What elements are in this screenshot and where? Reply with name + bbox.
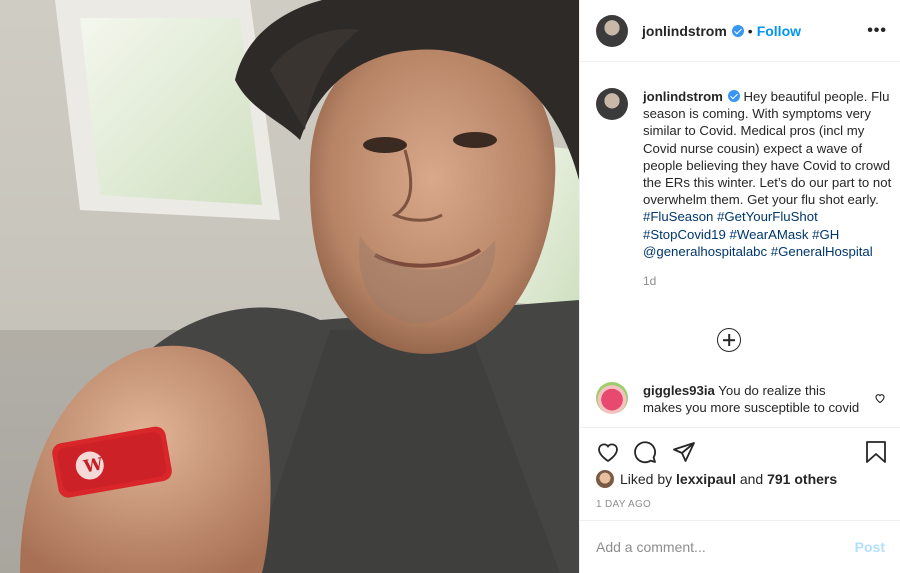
author-username[interactable]: jonlindstrom — [642, 23, 727, 39]
add-comment-bar: Post — [580, 520, 900, 573]
hashtag-wearamask[interactable]: #WearAMask — [730, 227, 809, 242]
commenter-username[interactable]: giggles93ia — [643, 383, 715, 398]
commenter-avatar[interactable] — [596, 382, 628, 414]
bookmark-icon[interactable] — [865, 440, 887, 464]
comment-like-icon[interactable] — [874, 392, 886, 404]
likes-summary: Liked by lexxipaul and 791 others — [596, 470, 837, 488]
hashtag-stopcovid19[interactable]: #StopCovid19 — [643, 227, 726, 242]
post-date[interactable]: 1 DAY AGO — [596, 499, 651, 510]
likes-others-link[interactable]: 791 others — [767, 471, 837, 487]
likes-and: and — [739, 471, 764, 487]
likes-prefix: Liked by — [620, 471, 673, 487]
comment-input[interactable] — [596, 539, 855, 555]
separator-dot: • — [747, 22, 753, 39]
hashtag-getyourflushot[interactable]: #GetYourFluShot — [717, 209, 818, 224]
caption-timestamp[interactable]: 1d — [643, 273, 892, 290]
share-icon[interactable] — [672, 440, 696, 464]
verified-badge-icon — [731, 24, 744, 37]
caption-text: Hey beautiful people. Flu season is comi… — [643, 89, 892, 208]
author-avatar[interactable] — [596, 14, 628, 47]
caption-username[interactable]: jonlindstrom — [643, 89, 723, 104]
comment-icon[interactable] — [633, 440, 657, 464]
liker-username[interactable]: lexxipaul — [676, 471, 736, 487]
post-comment-button[interactable]: Post — [855, 539, 885, 555]
caption-author-avatar[interactable] — [596, 88, 628, 120]
hashtag-generalhospital[interactable]: #GeneralHospital — [771, 244, 873, 259]
follow-button[interactable]: Follow — [757, 23, 801, 39]
post-caption: jonlindstrom Hey beautiful people. Flu s… — [596, 88, 892, 290]
post-header: jonlindstrom • Follow ••• — [580, 0, 900, 62]
heart-icon[interactable] — [596, 440, 620, 464]
caption-body: jonlindstrom Hey beautiful people. Flu s… — [643, 88, 892, 290]
more-options-icon[interactable]: ••• — [867, 22, 887, 40]
mention-generalhospitalabc[interactable]: @generalhospitalabc — [643, 244, 767, 259]
selfie-image: W — [0, 0, 579, 573]
comment-item: giggles93ia You do realize this makes yo… — [596, 382, 892, 424]
hashtag-gh[interactable]: #GH — [812, 227, 839, 242]
liker-avatar[interactable] — [596, 470, 614, 488]
verified-badge-icon — [727, 90, 740, 102]
hashtag-fluseason[interactable]: #FluSeason — [643, 209, 713, 224]
post-photo[interactable]: W — [0, 0, 579, 573]
load-more-comments-button[interactable] — [717, 328, 741, 352]
post-panel: jonlindstrom • Follow ••• jonlindstrom H… — [579, 0, 900, 573]
action-bar — [580, 427, 900, 472]
comment-body: giggles93ia You do realize this makes yo… — [643, 382, 868, 424]
instagram-post: W jonlindstrom • Follow ••• jonlindstrom… — [0, 0, 900, 573]
